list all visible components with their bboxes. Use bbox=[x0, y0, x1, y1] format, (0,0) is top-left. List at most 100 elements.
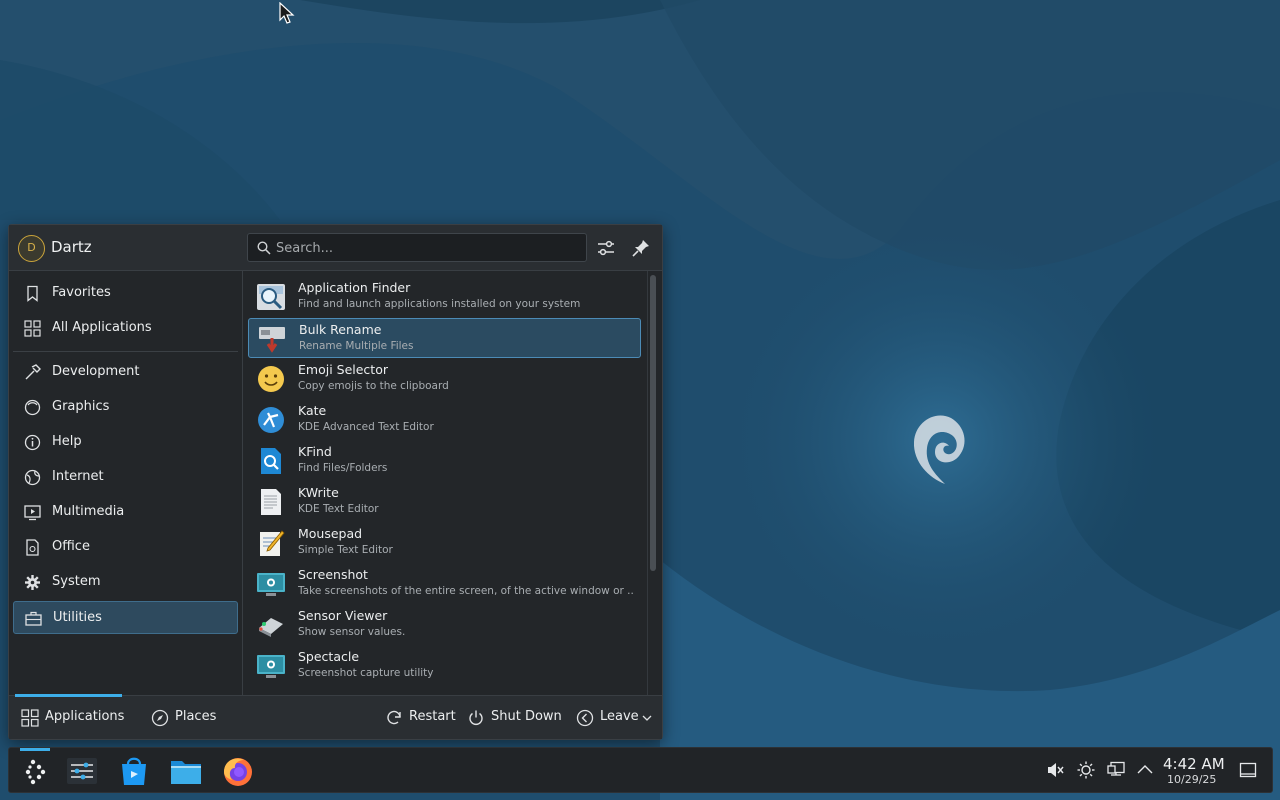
system-settings-icon[interactable] bbox=[64, 754, 100, 788]
taskbar: 4:42 AM 10/29/25 bbox=[8, 747, 1273, 793]
sidebar-divider bbox=[13, 351, 238, 352]
screenshot-icon bbox=[257, 573, 285, 596]
list-item[interactable]: Bulk Rename Rename Multiple Files bbox=[248, 318, 641, 358]
app-name: Application Finder bbox=[298, 280, 411, 295]
grid-icon bbox=[21, 709, 39, 727]
list-item[interactable]: Emoji Selector Copy emojis to the clipbo… bbox=[248, 359, 641, 399]
sidebar-item-development[interactable]: Development bbox=[13, 356, 238, 389]
sidebar-item-favorites[interactable]: Favorites bbox=[13, 277, 238, 310]
scrollbar-thumb[interactable] bbox=[650, 275, 656, 571]
list-item[interactable]: Kate KDE Advanced Text Editor bbox=[248, 400, 641, 440]
app-description: Find and launch applications installed o… bbox=[298, 298, 581, 310]
chevron-up-icon[interactable] bbox=[1136, 761, 1154, 779]
app-name: Bulk Rename bbox=[299, 322, 382, 337]
avatar[interactable]: D bbox=[18, 235, 45, 262]
shutdown-button[interactable]: Shut Down bbox=[467, 707, 563, 729]
grid-icon bbox=[24, 320, 41, 337]
tab-places[interactable]: Places bbox=[151, 707, 221, 729]
sidebar-item-label: System bbox=[52, 574, 101, 589]
restart-label: Restart bbox=[409, 709, 456, 724]
pin-icon[interactable] bbox=[629, 236, 653, 260]
sidebar-item-internet[interactable]: Internet bbox=[13, 461, 238, 494]
list-item[interactable]: Sensor Viewer Show sensor values. bbox=[248, 605, 641, 645]
hammer-icon bbox=[25, 364, 41, 380]
sidebar-item-label: Office bbox=[52, 539, 90, 554]
sidebar-item-help[interactable]: Help bbox=[13, 426, 238, 459]
sidebar-item-label: Graphics bbox=[52, 399, 110, 414]
list-item[interactable]: KFind Find Files/Folders bbox=[248, 441, 641, 481]
firefox-icon[interactable] bbox=[220, 754, 256, 788]
discover-store-icon[interactable] bbox=[116, 754, 152, 788]
active-tab-indicator bbox=[15, 694, 122, 697]
sidebar-item-utilities[interactable]: Utilities bbox=[13, 601, 238, 634]
app-name: Screenshot bbox=[298, 567, 368, 582]
sidebar-item-graphics[interactable]: Graphics bbox=[13, 391, 238, 424]
palette-icon bbox=[24, 399, 41, 416]
list-item[interactable]: KWrite KDE Text Editor bbox=[248, 482, 641, 522]
app-launcher-icon[interactable] bbox=[17, 754, 53, 788]
app-name: Spectacle bbox=[298, 649, 360, 664]
leave-icon bbox=[576, 709, 594, 727]
sidebar-item-label: Development bbox=[52, 364, 140, 379]
scrollbar-track bbox=[647, 271, 648, 695]
app-name: Sensor Viewer bbox=[298, 608, 388, 623]
user-name: Dartz bbox=[51, 238, 92, 256]
list-item[interactable]: Screenshot Take screenshots of the entir… bbox=[248, 564, 641, 604]
clock-date[interactable]: 10/29/25 bbox=[1167, 773, 1216, 786]
tab-applications[interactable]: Applications bbox=[21, 707, 125, 729]
sidebar-item-label: Favorites bbox=[52, 285, 111, 300]
play-screen-icon bbox=[24, 505, 41, 521]
sidebar-item-all-applications[interactable]: All Applications bbox=[13, 312, 238, 345]
chevron-down-icon bbox=[642, 715, 652, 721]
app-finder-icon bbox=[257, 284, 285, 310]
sidebar-item-label: Internet bbox=[52, 469, 104, 484]
sidebar-item-system[interactable]: System bbox=[13, 566, 238, 599]
document-icon bbox=[26, 539, 39, 556]
kwrite-icon bbox=[261, 489, 281, 515]
search-input[interactable] bbox=[276, 238, 576, 258]
toolbox-icon bbox=[25, 611, 42, 626]
launcher-footer: Applications Places Restart Shut Down Le… bbox=[9, 694, 662, 739]
kate-icon bbox=[258, 407, 284, 433]
bulk-rename-icon bbox=[259, 327, 285, 353]
sidebar-item-office[interactable]: Office bbox=[13, 531, 238, 564]
app-description: Rename Multiple Files bbox=[299, 340, 414, 352]
sensor-viewer-icon bbox=[259, 618, 283, 637]
sidebar-item-label: Help bbox=[52, 434, 82, 449]
volume-muted-icon[interactable] bbox=[1046, 761, 1064, 779]
app-description: Take screenshots of the entire screen, o… bbox=[298, 585, 633, 597]
kfind-icon bbox=[261, 448, 281, 474]
active-launcher-indicator bbox=[20, 748, 50, 751]
network-icon[interactable] bbox=[1107, 761, 1125, 779]
leave-label: Leave bbox=[600, 709, 639, 724]
spectacle-icon bbox=[257, 655, 285, 678]
list-item[interactable]: Spectacle Screenshot capture utility bbox=[248, 646, 641, 686]
brightness-icon[interactable] bbox=[1077, 761, 1095, 779]
app-description: Simple Text Editor bbox=[298, 544, 393, 556]
app-description: Find Files/Folders bbox=[298, 462, 388, 474]
debian-logo bbox=[913, 415, 965, 484]
show-desktop-icon[interactable] bbox=[1239, 761, 1257, 779]
app-description: Screenshot capture utility bbox=[298, 667, 434, 679]
app-name: KWrite bbox=[298, 485, 339, 500]
clock-time[interactable]: 4:42 AM bbox=[1163, 755, 1225, 773]
mousepad-icon bbox=[260, 530, 285, 556]
leave-button[interactable]: Leave bbox=[576, 707, 656, 729]
search-field[interactable] bbox=[247, 233, 587, 262]
app-description: KDE Advanced Text Editor bbox=[298, 421, 434, 433]
globe-icon bbox=[24, 469, 41, 486]
emoji-icon bbox=[258, 366, 284, 392]
app-description: Copy emojis to the clipboard bbox=[298, 380, 449, 392]
tab-label: Places bbox=[175, 709, 217, 724]
list-item[interactable]: Application Finder Find and launch appli… bbox=[248, 277, 641, 317]
list-item[interactable]: Mousepad Simple Text Editor bbox=[248, 523, 641, 563]
file-manager-icon[interactable] bbox=[168, 754, 204, 788]
restart-icon bbox=[387, 710, 401, 725]
tab-label: Applications bbox=[45, 709, 125, 724]
sidebar-item-multimedia[interactable]: Multimedia bbox=[13, 496, 238, 529]
shutdown-label: Shut Down bbox=[491, 709, 562, 724]
app-name: Mousepad bbox=[298, 526, 363, 541]
restart-button[interactable]: Restart bbox=[385, 707, 456, 729]
configure-sliders-icon[interactable] bbox=[594, 236, 618, 260]
gear-icon bbox=[25, 575, 40, 590]
